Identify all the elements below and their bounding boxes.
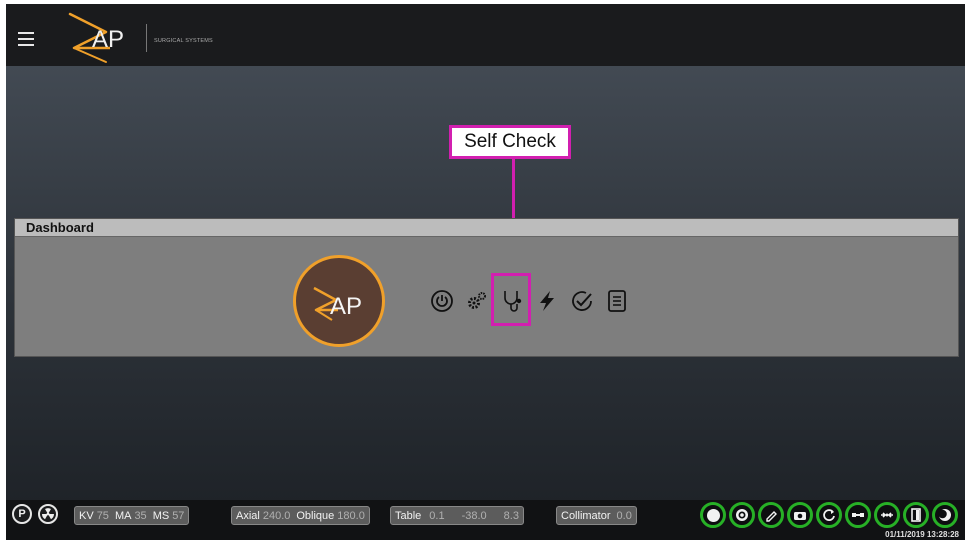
logo-subtitle: SURGICAL SYSTEMS [154,38,213,44]
target-icon[interactable] [729,502,755,528]
ma-label: MA [114,509,132,522]
angle-readout: Axial 240.0 Oblique 180.0 [231,506,370,525]
collimator-readout: Collimator 0.0 [556,506,637,525]
zap-logo: AP [66,8,156,64]
logo-divider [146,24,147,52]
dashboard-title: Dashboard [15,219,958,237]
table-y-value: -38.0 [461,509,487,522]
self-check-highlight [491,273,531,326]
svg-text:AP: AP [330,293,362,320]
app-window: AP SURGICAL SYSTEMS Self Check Dashboard… [6,4,965,540]
camera-icon[interactable] [787,502,813,528]
table-z-value: 8.3 [503,509,519,522]
head-icon[interactable] [700,502,726,528]
menu-icon[interactable] [18,32,34,46]
kv-label: KV [79,509,94,522]
status-bar: P KV 75 MA 35 MS 57 Axial 240.0 Oblique … [6,500,965,540]
self-check-callout: Self Check [449,125,571,159]
oblique-value: 180.0 [337,509,365,522]
radiation-icon[interactable] [38,504,58,524]
satellite-icon[interactable] [845,502,871,528]
ms-value: 57 [172,509,185,522]
svg-text:AP: AP [92,26,124,53]
lightning-icon[interactable] [534,288,560,314]
dashboard-icon-row [429,281,639,321]
pen-icon[interactable] [758,502,784,528]
kv-value: 75 [96,509,109,522]
document-icon[interactable] [604,288,630,314]
table-label: Table [395,509,422,522]
axial-label: Axial [236,509,260,522]
zap-badge-logo: AP [293,255,385,347]
arrows-in-icon[interactable] [874,502,900,528]
dashboard-panel: Dashboard AP [14,218,959,357]
collimator-label: Collimator [561,509,611,522]
table-x-value: 0.1 [429,509,445,522]
moon-icon[interactable] [932,502,958,528]
ma-value: 35 [134,509,147,522]
refresh-icon[interactable] [816,502,842,528]
oblique-label: Oblique [296,509,335,522]
p-button[interactable]: P [12,504,32,524]
top-bar: AP SURGICAL SYSTEMS [6,4,965,66]
door-icon[interactable] [903,502,929,528]
power-icon[interactable] [429,288,455,314]
collimator-value: 0.0 [616,509,632,522]
table-readout: Table 0.1 -38.0 8.3 [390,506,524,525]
axial-value: 240.0 [262,509,291,522]
ms-label: MS [152,509,170,522]
check-circle-icon[interactable] [569,288,595,314]
exposure-readout: KV 75 MA 35 MS 57 [74,506,190,525]
gears-icon[interactable] [464,288,490,314]
datetime-readout: 01/11/2019 13:28:28 [885,530,959,539]
